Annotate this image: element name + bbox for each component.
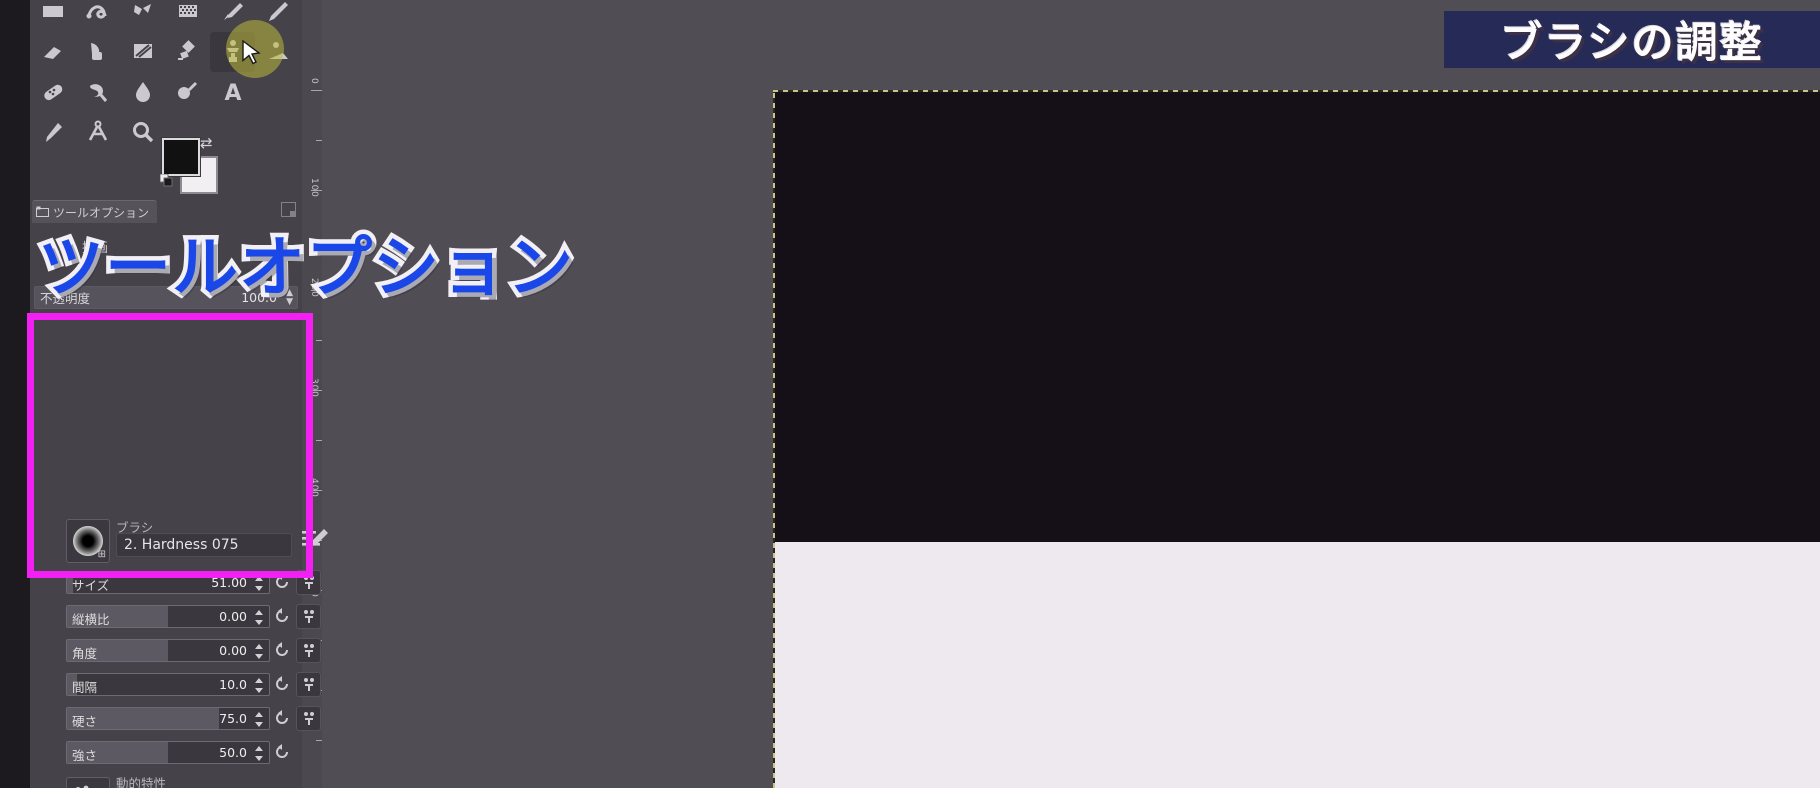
pencil-tool[interactable] <box>255 0 300 32</box>
perspective-clone-tool[interactable] <box>255 32 300 72</box>
gradient-tool[interactable] <box>165 32 210 72</box>
vertical-ruler[interactable]: 0 1 0 0 2 0 0 3 0 0 4 0 0 5 0 0 6 0 0 <box>302 0 323 788</box>
edit-brush-icon[interactable] <box>302 529 328 551</box>
brush-selector-row: ⊞ ブラシ 2. Hardness 075 <box>66 517 328 563</box>
size-slider[interactable]: サイズ 51.00 <box>66 570 270 594</box>
window-left-gutter <box>0 0 30 788</box>
tool-empty-slot <box>255 72 300 112</box>
angle-dynamics-pin-button[interactable] <box>296 637 321 663</box>
mypaint-brush-tool[interactable] <box>120 32 165 72</box>
banner-title: ブラシの調整 <box>1500 18 1764 67</box>
size-spinner-icon[interactable] <box>254 575 264 591</box>
banner-brush-adjustment: ブラシの調整 <box>1444 11 1820 68</box>
measure-tool[interactable] <box>75 112 120 152</box>
svg-text:A: A <box>224 81 241 105</box>
color-picker-tool[interactable] <box>30 112 75 152</box>
aspect-ratio-dynamics-pin-button[interactable] <box>296 603 321 629</box>
spacing-value: 10.0 <box>219 676 247 692</box>
bucket-fill-tool[interactable] <box>165 0 210 32</box>
dynamics-preview-thumbnail[interactable] <box>66 777 110 788</box>
fuzzy-select-tool[interactable] <box>120 0 165 32</box>
eraser-tool[interactable] <box>30 32 75 72</box>
force-spinner-icon[interactable] <box>254 745 264 761</box>
ruler-label: 1 0 0 <box>309 178 319 196</box>
force-reset-button[interactable] <box>270 741 294 764</box>
canvas-area[interactable] <box>322 0 1820 788</box>
dynamics-selector-row: 動的特性 Dynamics Off <box>66 775 328 788</box>
spacing-label: 間隔 <box>72 679 98 695</box>
tool-grid: A <box>30 0 302 152</box>
dynamics-caption: 動的特性 <box>116 776 167 788</box>
color-swatches: ⇄ <box>160 136 222 194</box>
clone-stamp-tool[interactable] <box>210 32 255 72</box>
angle-slider[interactable]: 角度 0.00 <box>66 638 270 662</box>
toolbox: A ⇄ <box>30 0 302 195</box>
zoom-tool[interactable] <box>120 112 165 152</box>
hardness-spinner-icon[interactable] <box>254 711 264 727</box>
overlay-caption-tool-options: ツールオプション <box>34 225 578 311</box>
slider-row-size: サイズ 51.00 <box>66 569 328 595</box>
angle-spinner-icon[interactable] <box>254 643 264 659</box>
ruler-label: 4 0 0 <box>309 478 319 496</box>
spacing-spinner-icon[interactable] <box>254 677 264 693</box>
size-reset-button[interactable] <box>270 571 294 594</box>
ruler-tick <box>311 90 322 91</box>
hardness-slider[interactable]: 硬さ 75.0 <box>66 706 270 730</box>
spacing-reset-button[interactable] <box>270 673 294 696</box>
aspect-ratio-label: 縦横比 <box>72 611 110 627</box>
force-label: 強さ <box>72 747 98 763</box>
rectangle-select-tool[interactable] <box>30 0 75 32</box>
spacing-slider[interactable]: 間隔 10.0 <box>66 672 270 696</box>
spacing-dynamics-pin-button[interactable] <box>296 671 321 697</box>
force-value: 50.0 <box>219 744 247 760</box>
blur-sharpen-tool[interactable] <box>120 72 165 112</box>
ink-tool[interactable] <box>75 32 120 72</box>
image-light-region <box>775 542 1820 788</box>
aspect-ratio-slider[interactable]: 縦横比 0.00 <box>66 604 270 628</box>
size-label: サイズ <box>72 577 110 593</box>
brush-preview-thumbnail[interactable]: ⊞ <box>66 519 110 563</box>
slider-row-angle: 角度 0.00 <box>66 637 328 663</box>
free-select-tool[interactable] <box>75 0 120 32</box>
brush-name-field[interactable]: 2. Hardness 075 <box>116 533 292 557</box>
size-dynamics-pin-button[interactable] <box>296 569 321 595</box>
heal-tool[interactable] <box>30 72 75 112</box>
text-tool[interactable]: A <box>210 72 255 112</box>
brush-thumb-expand-icon: ⊞ <box>97 549 106 560</box>
hardness-reset-button[interactable] <box>270 707 294 730</box>
aspect-ratio-value: 0.00 <box>219 608 247 624</box>
slider-row-hardness: 硬さ 75.0 <box>66 705 328 731</box>
hardness-dynamics-pin-button[interactable] <box>296 705 321 731</box>
angle-value: 0.00 <box>219 642 247 658</box>
slider-row-spacing: 間隔 10.0 <box>66 671 328 697</box>
gimp-window: A ⇄ ツールオプション 描画 不透明度 100.0 ▲ ▼ ⊞ ブラシ 2. … <box>0 0 1820 788</box>
ruler-label: 0 <box>309 78 319 83</box>
paintbrush-tool[interactable] <box>210 0 255 32</box>
hardness-label: 硬さ <box>72 713 98 729</box>
aspect-ratio-reset-button[interactable] <box>270 605 294 628</box>
foreground-color-swatch[interactable] <box>162 138 200 176</box>
angle-reset-button[interactable] <box>270 639 294 662</box>
slider-row-force: 強さ 50.0 <box>66 739 328 765</box>
size-value: 51.00 <box>211 574 247 590</box>
angle-label: 角度 <box>72 645 98 661</box>
slider-row-aspect: 縦横比 0.00 <box>66 603 328 629</box>
dodge-burn-tool[interactable] <box>165 72 210 112</box>
image-canvas[interactable] <box>773 90 1820 788</box>
force-slider[interactable]: 強さ 50.0 <box>66 740 270 764</box>
reset-colors-icon[interactable] <box>160 174 174 188</box>
smudge-tool[interactable] <box>75 72 120 112</box>
swap-colors-icon[interactable]: ⇄ <box>200 136 213 151</box>
hardness-value: 75.0 <box>219 710 247 726</box>
aspect-ratio-spinner-icon[interactable] <box>254 609 264 625</box>
image-dark-region <box>775 92 1820 542</box>
ruler-label: 3 0 0 <box>309 378 319 396</box>
